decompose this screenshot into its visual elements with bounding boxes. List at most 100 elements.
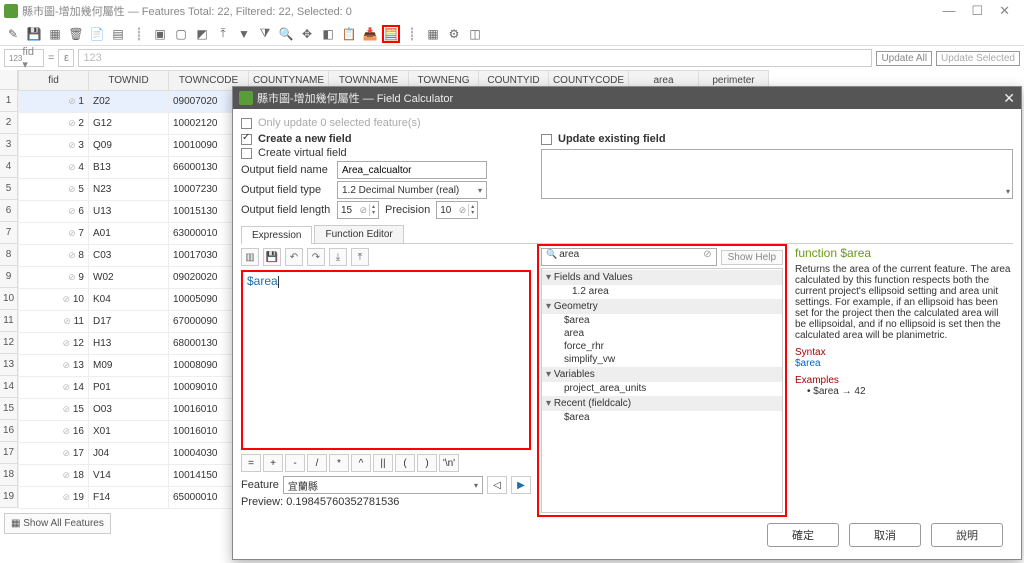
cell[interactable]: P01 bbox=[89, 377, 169, 399]
cell[interactable]: ⊘ 8 bbox=[19, 245, 89, 267]
cell[interactable]: Q09 bbox=[89, 135, 169, 157]
ok-button[interactable]: 確定 bbox=[767, 523, 839, 547]
tree-group-recent[interactable]: Recent (fieldcalc) bbox=[542, 396, 782, 411]
cell[interactable]: J04 bbox=[89, 443, 169, 465]
cell[interactable]: ⊘ 13 bbox=[19, 355, 89, 377]
cell[interactable]: ⊘ 19 bbox=[19, 487, 89, 509]
cell[interactable]: Z02 bbox=[89, 91, 169, 113]
row-number[interactable]: 7 bbox=[0, 222, 18, 244]
cell[interactable]: ⊘ 6 bbox=[19, 201, 89, 223]
operator-button[interactable]: ( bbox=[395, 454, 415, 472]
operator-button[interactable]: + bbox=[263, 454, 283, 472]
row-number[interactable]: 17 bbox=[0, 442, 18, 464]
dock-icon[interactable]: ◫ bbox=[466, 25, 484, 43]
row-number[interactable]: 4 bbox=[0, 156, 18, 178]
copy-icon[interactable]: 📋 bbox=[340, 25, 358, 43]
cell[interactable]: ⊘ 17 bbox=[19, 443, 89, 465]
cell[interactable]: K04 bbox=[89, 289, 169, 311]
next-feature-button[interactable]: ▶ bbox=[511, 476, 531, 494]
conditional-format-icon[interactable]: ▦ bbox=[424, 25, 442, 43]
row-number[interactable]: 18 bbox=[0, 464, 18, 486]
cell[interactable]: H13 bbox=[89, 333, 169, 355]
row-number[interactable]: 16 bbox=[0, 420, 18, 442]
tree-item-simplify-vw[interactable]: simplify_vw bbox=[542, 353, 782, 366]
cell[interactable]: ⊘ 10 bbox=[19, 289, 89, 311]
cell[interactable]: C03 bbox=[89, 245, 169, 267]
update-selected-button[interactable]: Update Selected bbox=[936, 51, 1020, 66]
output-type-combo[interactable]: 1.2 Decimal Number (real) bbox=[337, 181, 487, 199]
cell[interactable]: ⊘ 11 bbox=[19, 311, 89, 333]
cell[interactable]: ⊘ 18 bbox=[19, 465, 89, 487]
update-all-button[interactable]: Update All bbox=[876, 51, 932, 66]
cell[interactable]: ⊘ 7 bbox=[19, 223, 89, 245]
row-number[interactable]: 2 bbox=[0, 112, 18, 134]
show-help-button[interactable]: Show Help bbox=[721, 250, 783, 265]
column-header-townid[interactable]: TOWNID bbox=[89, 71, 169, 91]
tab-function-editor[interactable]: Function Editor bbox=[314, 225, 403, 243]
feature-combo[interactable]: 宜蘭縣 bbox=[283, 476, 483, 494]
tree-group-geometry[interactable]: Geometry bbox=[542, 299, 782, 314]
invert-select-icon[interactable]: ◩ bbox=[193, 25, 211, 43]
cut-icon-alt[interactable]: 📄 bbox=[88, 25, 106, 43]
cell[interactable]: V14 bbox=[89, 465, 169, 487]
tree-group-variables[interactable]: Variables bbox=[542, 367, 782, 382]
tree-item-project-area-units[interactable]: project_area_units bbox=[542, 382, 782, 395]
tab-expression[interactable]: Expression bbox=[241, 226, 312, 244]
zoom-to-icon[interactable]: 🔍 bbox=[277, 25, 295, 43]
show-all-features-button[interactable]: ▦ Show All Features bbox=[4, 513, 111, 534]
cell[interactable]: W02 bbox=[89, 267, 169, 289]
row-number[interactable]: 1 bbox=[0, 90, 18, 112]
dialog-close-icon[interactable]: ✕ bbox=[1003, 90, 1015, 107]
filter2-icon[interactable]: ⧩ bbox=[256, 25, 274, 43]
minimize-button[interactable]: — bbox=[942, 3, 955, 19]
cell[interactable]: X01 bbox=[89, 421, 169, 443]
cell[interactable]: ⊘ 16 bbox=[19, 421, 89, 443]
highlight-icon[interactable]: ◧ bbox=[319, 25, 337, 43]
cell[interactable]: D17 bbox=[89, 311, 169, 333]
precision-spin[interactable]: 10⊘ bbox=[436, 201, 478, 219]
operator-button[interactable]: / bbox=[307, 454, 327, 472]
tree-item-recent-area[interactable]: $area bbox=[542, 411, 782, 424]
column-header-fid[interactable]: fid bbox=[19, 71, 89, 91]
cell[interactable]: N23 bbox=[89, 179, 169, 201]
row-number[interactable]: 11 bbox=[0, 310, 18, 332]
cell[interactable]: U13 bbox=[89, 201, 169, 223]
cell[interactable]: ⊘ 3 bbox=[19, 135, 89, 157]
row-number[interactable]: 3 bbox=[0, 134, 18, 156]
operator-button[interactable]: * bbox=[329, 454, 349, 472]
save-icon[interactable]: 💾 bbox=[25, 25, 43, 43]
row-number[interactable]: 6 bbox=[0, 200, 18, 222]
cell[interactable]: ⊘ 2 bbox=[19, 113, 89, 135]
expr-load-icon[interactable]: ⤓ bbox=[329, 248, 347, 266]
cell[interactable]: ⊘ 15 bbox=[19, 399, 89, 421]
cell[interactable]: ⊘ 9 bbox=[19, 267, 89, 289]
new-row-icon[interactable]: ▤ bbox=[109, 25, 127, 43]
operator-button[interactable]: = bbox=[241, 454, 261, 472]
close-button[interactable]: ✕ bbox=[999, 3, 1010, 19]
row-number[interactable]: 13 bbox=[0, 354, 18, 376]
cell[interactable]: G12 bbox=[89, 113, 169, 135]
filter-icon[interactable]: ▼ bbox=[235, 25, 253, 43]
operator-button[interactable]: '\n' bbox=[439, 454, 459, 472]
operator-button[interactable]: - bbox=[285, 454, 305, 472]
cell[interactable]: ⊘ 1 bbox=[19, 91, 89, 113]
function-tree[interactable]: Fields and Values 1.2 area Geometry $are… bbox=[541, 268, 783, 513]
select-icon[interactable]: ▣ bbox=[151, 25, 169, 43]
cell[interactable]: O03 bbox=[89, 399, 169, 421]
create-virtual-checkbox[interactable] bbox=[241, 148, 252, 159]
tree-item-area-fn[interactable]: area bbox=[542, 327, 782, 340]
row-number[interactable]: 19 bbox=[0, 486, 18, 508]
tree-item-force-rhr[interactable]: force_rhr bbox=[542, 340, 782, 353]
add-feature-icon[interactable]: ▦ bbox=[46, 25, 64, 43]
delete-feature-icon[interactable]: 🗑 bbox=[67, 25, 85, 43]
tree-item-area-field[interactable]: 1.2 area bbox=[542, 285, 782, 298]
edit-pencil-icon[interactable]: ✎ bbox=[4, 25, 22, 43]
operator-button[interactable]: ) bbox=[417, 454, 437, 472]
operator-button[interactable]: || bbox=[373, 454, 393, 472]
row-number[interactable]: 12 bbox=[0, 332, 18, 354]
cell[interactable]: A01 bbox=[89, 223, 169, 245]
row-number[interactable]: 15 bbox=[0, 398, 18, 420]
output-length-spin[interactable]: 15⊘ bbox=[337, 201, 379, 219]
cell[interactable]: ⊘ 5 bbox=[19, 179, 89, 201]
row-number[interactable]: 10 bbox=[0, 288, 18, 310]
